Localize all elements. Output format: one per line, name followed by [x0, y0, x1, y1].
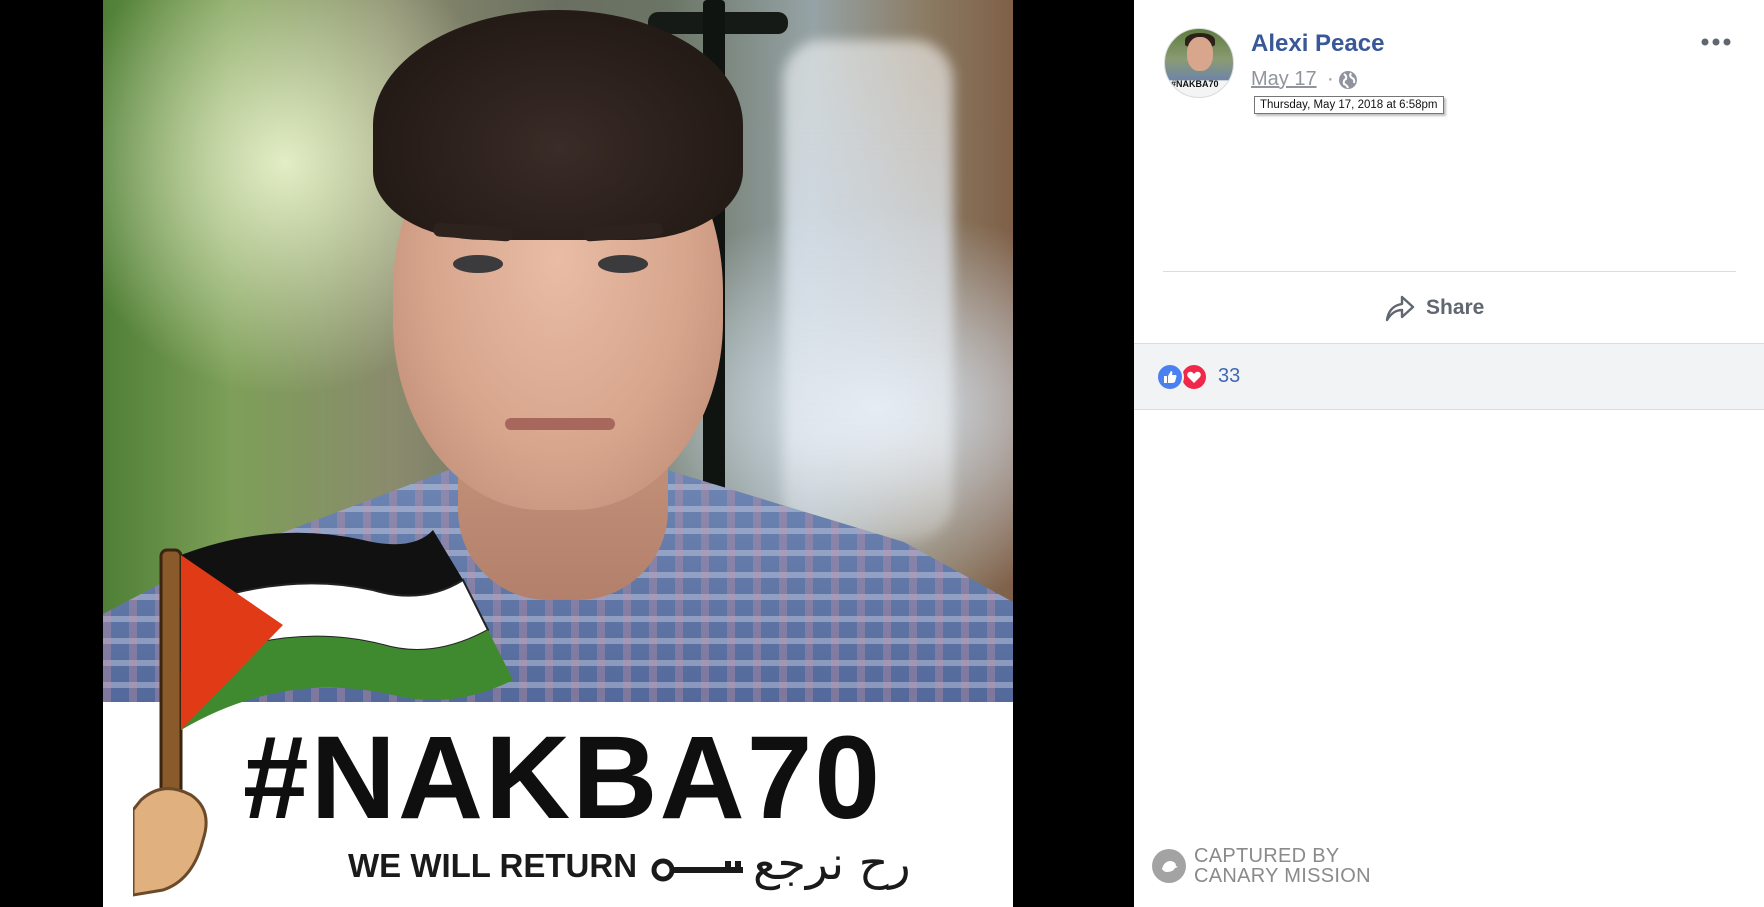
watermark-line-2: CANARY MISSION [1194, 865, 1371, 887]
portrait-eye-right [598, 255, 648, 273]
canary-bird-icon [1152, 849, 1186, 883]
fountain-background [783, 40, 953, 540]
banner-arabic-text: رح نرجع [753, 836, 911, 890]
palestinian-flag-icon [133, 530, 513, 897]
post-side-panel: #NAKBA70 Alexi Peace May 17 · Thursday, … [1134, 0, 1764, 907]
globe-icon [1339, 71, 1357, 89]
date-tooltip: Thursday, May 17, 2018 at 6:58pm [1254, 96, 1444, 114]
watermark-text: CAPTURED BY CANARY MISSION [1194, 846, 1371, 886]
author-name-link[interactable]: Alexi Peace [1251, 30, 1384, 58]
watermark: CAPTURED BY CANARY MISSION [1152, 846, 1371, 886]
date-separator: · [1327, 68, 1334, 90]
share-label: Share [1426, 296, 1485, 319]
portrait-eye-left [453, 255, 503, 273]
avatar-tag: #NAKBA70 [1171, 79, 1219, 89]
post-photo[interactable]: #NAKBA70 WE WILL RETURN رح نرجع [103, 0, 1013, 907]
like-reaction-icon [1156, 363, 1184, 391]
key-icon [651, 858, 743, 882]
share-arrow-icon [1385, 295, 1415, 322]
love-reaction-icon [1180, 363, 1208, 391]
portrait-hair [373, 10, 743, 240]
reactions-bar: 33 [1134, 343, 1764, 410]
actions-divider [1163, 271, 1736, 272]
avatar-face [1187, 37, 1213, 71]
photo-viewer-stage: #NAKBA70 WE WILL RETURN رح نرجع [0, 0, 1134, 907]
share-button[interactable]: Share [1384, 288, 1484, 328]
more-horizontal-icon[interactable] [1701, 36, 1731, 48]
reaction-count[interactable]: 33 [1218, 365, 1240, 388]
portrait-mouth [505, 418, 615, 430]
avatar[interactable]: #NAKBA70 [1164, 28, 1234, 98]
post-date-link[interactable]: May 17 [1251, 68, 1317, 91]
reaction-icons[interactable] [1156, 363, 1212, 391]
watermark-line-1: CAPTURED BY [1194, 845, 1340, 867]
